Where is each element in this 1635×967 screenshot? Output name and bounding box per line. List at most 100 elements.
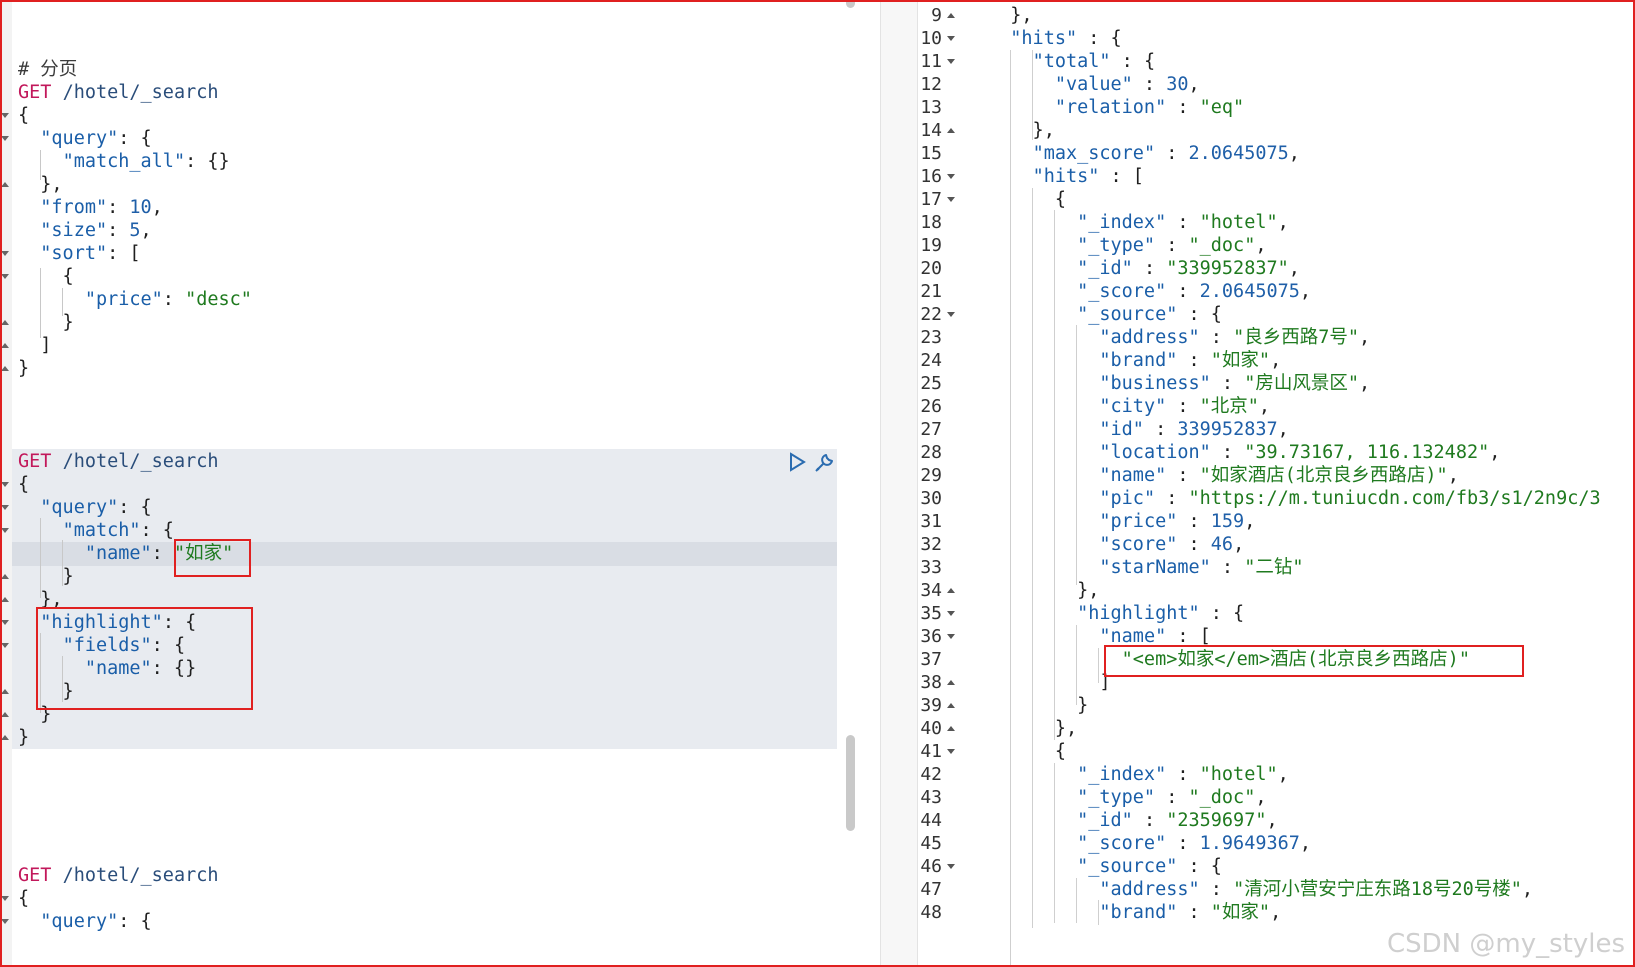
request-line[interactable]: { [18,887,29,911]
fold-close-icon[interactable] [947,588,955,593]
fold-open-icon[interactable] [947,36,955,41]
code-token: 5 [129,220,141,241]
fold-open-icon[interactable] [947,611,955,616]
response-viewer[interactable]: 9 10 11 12 13 14 15 16 17 18 19 20 21 22 23 24 25 26 27 28 2… [918,0,1635,967]
line-number: 33 [920,557,942,578]
code-token: "hits" [1010,28,1078,49]
request-line[interactable]: "name": {} [18,657,196,681]
request-line[interactable]: } [18,357,29,381]
indent-guide [1076,878,1077,923]
code-token: { [18,105,30,126]
play-icon[interactable] [786,451,808,473]
request-line[interactable]: } [18,680,74,704]
fold-close-icon[interactable] [1,182,9,187]
line-number: 43 [920,787,942,808]
fold-close-icon[interactable] [947,128,955,133]
line-number: 20 [920,258,942,279]
request-line[interactable]: { [18,104,29,128]
code-token: : [ [1166,626,1211,647]
request-line[interactable]: "from": 10, [18,196,163,220]
request-line[interactable]: } [18,565,74,589]
fold-open-icon[interactable] [1,919,9,924]
fold-open-icon[interactable] [1,620,9,625]
response-line: "score" : 46, [988,533,1244,557]
request-line[interactable]: "sort": [ [18,242,140,266]
request-line[interactable]: { [18,265,74,289]
fold-close-icon[interactable] [947,726,955,731]
fold-close-icon[interactable] [1,735,9,740]
fold-close-icon[interactable] [1,366,9,371]
request-line[interactable]: "size": 5, [18,219,151,243]
request-line[interactable]: { [18,473,29,497]
fold-open-icon[interactable] [1,896,9,901]
fold-open-icon[interactable] [1,251,9,256]
line-number: 21 [920,281,942,302]
fold-close-icon[interactable] [947,703,955,708]
code-token: ] [988,672,1111,693]
request-line[interactable]: GET /hotel/_search [18,450,219,474]
code-token: , [1270,350,1282,371]
request-line[interactable]: "query": { [18,127,151,151]
request-line[interactable]: } [18,311,74,335]
fold-open-icon[interactable] [947,197,955,202]
request-line[interactable]: ] [18,334,51,358]
code-token: } [988,695,1089,716]
request-editor[interactable]: # 分页 GET /hotel/_search{ "query": { "matc… [0,0,880,967]
fold-close-icon[interactable] [947,13,955,18]
fold-open-icon[interactable] [1,505,9,510]
response-line: "name" : "如家酒店(北京良乡西路店)", [988,464,1458,488]
line-number: 23 [920,327,942,348]
code-token: } [18,358,30,379]
code-token: : [1166,465,1200,486]
request-line[interactable]: "match_all": {} [18,150,230,174]
fold-open-icon[interactable] [947,312,955,317]
response-line: } [988,694,1088,718]
line-number: 27 [920,419,942,440]
wrench-icon[interactable] [812,451,836,475]
fold-close-icon[interactable] [1,343,9,348]
request-line[interactable]: } [18,726,29,750]
fold-open-icon[interactable] [947,174,955,179]
request-line[interactable]: "query": { [18,496,151,520]
fold-open-icon[interactable] [1,136,9,141]
request-line[interactable]: GET /hotel/_search [18,81,219,105]
fold-open-icon[interactable] [1,274,9,279]
fold-open-icon[interactable] [1,113,9,118]
fold-close-icon[interactable] [1,689,9,694]
fold-close-icon[interactable] [1,320,9,325]
request-line[interactable]: "query": { [18,910,151,934]
request-line[interactable]: "fields": { [18,634,186,658]
fold-open-icon[interactable] [1,482,9,487]
request-line[interactable]: "highlight": { [18,611,196,635]
fold-close-icon[interactable] [947,680,955,685]
fold-open-icon[interactable] [947,864,955,869]
fold-open-icon[interactable] [947,634,955,639]
code-token: , [1277,419,1289,440]
fold-open-icon[interactable] [1,528,9,533]
line-number: 39 [920,695,942,716]
request-line[interactable]: # 分页 [18,58,77,82]
request-line[interactable]: "price": "desc" [18,288,252,312]
code-token: : [1132,810,1167,831]
code-token: "id" [1099,419,1144,440]
response-line: "<em>如家</em>酒店(北京良乡西路店)" [988,648,1470,672]
request-line[interactable]: } [18,703,51,727]
fold-open-icon[interactable] [1,643,9,648]
request-line[interactable]: "name": "如家" [18,542,233,566]
fold-open-icon[interactable] [947,59,955,64]
fold-close-icon[interactable] [1,712,9,717]
code-token: "_doc" [1188,787,1256,808]
pane-divider[interactable]: || [880,0,918,967]
fold-close-icon[interactable] [1,574,9,579]
code-token: 2.0645075 [1188,143,1289,164]
editor-scrollbar[interactable] [846,735,855,831]
code-token: : [1166,396,1200,417]
request-code[interactable]: # 分页 GET /hotel/_search{ "query": { "matc… [0,0,880,967]
fold-close-icon[interactable] [1,597,9,602]
request-line[interactable]: "match": { [18,519,174,543]
code-token: "_type" [1077,235,1156,256]
fold-open-icon[interactable] [947,749,955,754]
request-line[interactable]: GET /hotel/_search [18,864,219,888]
